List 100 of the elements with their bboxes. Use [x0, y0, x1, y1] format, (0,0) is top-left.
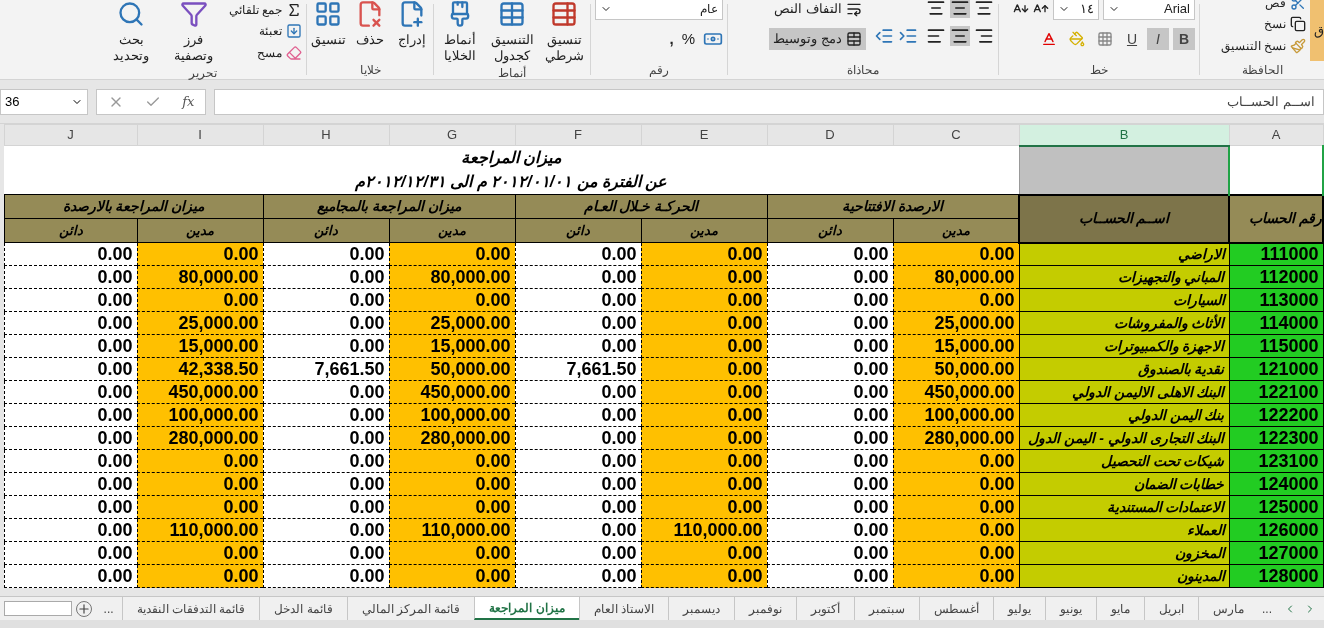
font-field[interactable]: Arial	[1103, 0, 1195, 20]
ribbon-button[interactable]: إدراج	[392, 0, 432, 61]
table-cell: 0.00	[641, 564, 767, 588]
table-header: اســم الحســاب	[1019, 194, 1229, 243]
table-cell: 0.00	[4, 518, 137, 542]
table-cell: 100,000.00	[137, 403, 263, 427]
autosum-button[interactable]: جمع تلقائي	[228, 1, 302, 19]
table-cell: 0.00	[893, 541, 1019, 565]
table-cell: 126000	[1229, 518, 1323, 542]
ribbon-button[interactable]: أنماط الخلايا	[435, 0, 485, 64]
table-cell: 25,000.00	[389, 311, 515, 335]
ribbon-button[interactable]: تنسيق شرطي	[539, 0, 589, 64]
table-header: دائن	[767, 218, 893, 243]
font-color-icon[interactable]	[1041, 31, 1057, 47]
table-cell: 0.00	[263, 334, 389, 358]
table-cell: 50,000.00	[893, 357, 1019, 381]
table-cell: 127000	[1229, 541, 1323, 565]
column-header[interactable]: C	[893, 124, 1019, 146]
table-cell: 0.00	[4, 541, 137, 565]
table-cell: 15,000.00	[893, 334, 1019, 358]
sheet-tab[interactable]: ميزان المراجعة	[474, 597, 579, 620]
table-cell: 0.00	[767, 449, 893, 473]
column-header[interactable]: A	[1229, 124, 1323, 146]
wrap-icon	[846, 1, 862, 17]
ribbon-button[interactable]: حذف	[350, 0, 390, 61]
group-label: رقم	[649, 62, 669, 79]
merge-center-button[interactable]: دمج وتوسيط	[769, 28, 866, 50]
table-cell: 0.00	[4, 311, 137, 335]
format-button[interactable]: B	[1173, 28, 1195, 50]
table-cell: البنك الاهلى الاليمن الدولي	[1019, 380, 1229, 404]
table-cell: 25,000.00	[137, 311, 263, 335]
fill-down-icon	[286, 23, 302, 39]
column-header[interactable]: F	[515, 124, 641, 146]
outdent-icon[interactable]	[874, 26, 894, 46]
cut-button[interactable]: قص	[1220, 0, 1306, 12]
fill-color-icon[interactable]	[1069, 31, 1085, 47]
table-cell: الاجهزة والكمبيوترات	[1019, 334, 1229, 358]
format-button[interactable]: I	[1147, 28, 1169, 50]
table-cell: نقدية بالصندوق	[1019, 357, 1229, 381]
number-format-field[interactable]: عام	[595, 0, 723, 20]
column-header[interactable]: G	[389, 124, 515, 146]
more-tabs[interactable]: ...	[1258, 597, 1276, 620]
format-painter-button[interactable]: نسخ التنسيق	[1220, 36, 1306, 56]
ribbon-button[interactable]: التنسيق كجدول	[487, 0, 537, 64]
table-cell: المباني والتجهيزات	[1019, 265, 1229, 289]
table-cell: 0.00	[389, 242, 515, 266]
formula-field[interactable]: اســم الحســاب	[214, 88, 1324, 115]
ribbon-button[interactable]: بحث وتحديد	[104, 0, 159, 64]
ribbon-button[interactable]: تنسيق	[308, 0, 348, 61]
align-left-icon[interactable]	[926, 26, 946, 46]
align-center-icon[interactable]	[950, 26, 970, 46]
clear-button[interactable]: مسح	[228, 43, 302, 63]
table-cell: 0.00	[515, 541, 641, 565]
table-cell: 0.00	[641, 380, 767, 404]
copy-button[interactable]: نسخ	[1220, 14, 1306, 34]
borders-icon[interactable]	[1097, 31, 1113, 47]
format-button[interactable]: U	[1121, 28, 1143, 50]
table-header: ميزان المراجعة بالارصدة	[4, 194, 263, 219]
table-cell: 0.00	[137, 495, 263, 519]
wrap-text-button[interactable]: التفاف النص	[769, 0, 866, 20]
table-cell: 111000	[1229, 242, 1323, 266]
table-cell: 7,661.50	[263, 357, 389, 381]
column-header[interactable]: H	[263, 124, 389, 146]
table-cell: 80,000.00	[137, 265, 263, 289]
more-tabs[interactable]: ...	[95, 597, 122, 620]
ribbon-button[interactable]: فرز وتصفية	[166, 0, 221, 64]
column-header[interactable]: E	[641, 124, 767, 146]
table-cell: 0.00	[137, 541, 263, 565]
column-header[interactable]: D	[767, 124, 893, 146]
align-right-icon[interactable]	[974, 26, 994, 46]
font-size-field[interactable]: ١٤	[1053, 0, 1099, 20]
table-cell: 0.00	[263, 518, 389, 542]
comma-button[interactable]: ,	[669, 28, 674, 51]
table-cell: 0.00	[4, 334, 137, 358]
table-cell: 0.00	[767, 288, 893, 312]
column-header[interactable]: J	[4, 124, 137, 146]
table-cell: 0.00	[641, 426, 767, 450]
table-cell: 0.00	[641, 265, 767, 289]
table-cell: 0.00	[263, 265, 389, 289]
table-cell: 0.00	[137, 564, 263, 588]
name-box[interactable]: 36	[0, 88, 88, 115]
table-cell: بنك اليمن الدولي	[1019, 403, 1229, 427]
percent-button[interactable]: %	[681, 28, 695, 51]
table-cell: البنك التجارى الدولي - اليمن الدول	[1019, 426, 1229, 450]
function-icon[interactable]: fx	[182, 91, 195, 112]
table-cell: 0.00	[4, 564, 137, 588]
table-cell: 112000	[1229, 265, 1323, 289]
column-header[interactable]: I	[137, 124, 263, 146]
indent-icon[interactable]	[898, 26, 918, 46]
table-cell: 110,000.00	[641, 518, 767, 542]
fill-button[interactable]: تعبئة	[228, 21, 302, 41]
table-cell: 0.00	[641, 403, 767, 427]
table-cell: 0.00	[263, 564, 389, 588]
align-top-icon[interactable]	[974, 0, 994, 18]
table-header: ميزان المراجعة بالمجاميع	[263, 194, 515, 219]
align-middle-icon[interactable]	[950, 0, 970, 18]
column-header[interactable]: B	[1019, 124, 1229, 146]
align-bottom-icon[interactable]	[926, 0, 946, 18]
table-cell: 0.00	[515, 288, 641, 312]
horizontal-scrollbar[interactable]	[4, 601, 72, 616]
